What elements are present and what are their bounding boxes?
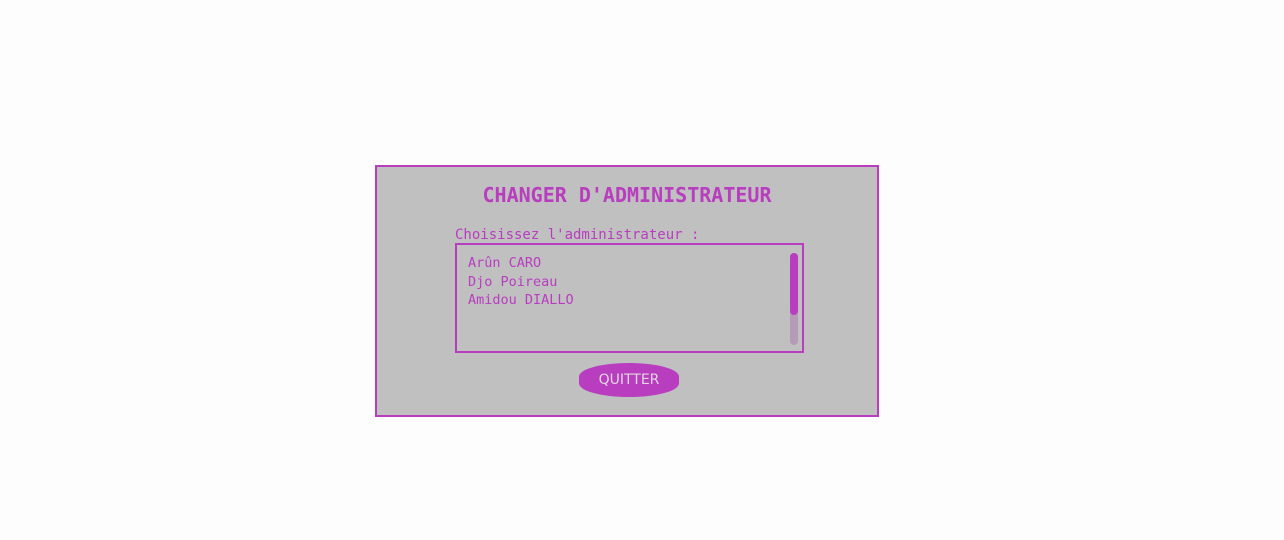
choose-admin-label: Choisissez l'administrateur :	[455, 227, 700, 243]
admin-listbox[interactable]: Arûn CARO Djo Poireau Amidou DIALLO	[455, 243, 804, 353]
quit-button[interactable]: QUITTER	[579, 363, 679, 397]
admin-list: Arûn CARO Djo Poireau Amidou DIALLO	[457, 254, 574, 310]
list-item[interactable]: Djo Poireau	[457, 273, 574, 292]
dialog-title: CHANGER D'ADMINISTRATEUR	[482, 183, 772, 207]
scrollbar-thumb[interactable]	[790, 253, 798, 315]
change-admin-dialog: CHANGER D'ADMINISTRATEUR Choisissez l'ad…	[375, 165, 879, 417]
list-item[interactable]: Arûn CARO	[457, 254, 574, 273]
scrollbar[interactable]	[790, 253, 798, 345]
list-item[interactable]: Amidou DIALLO	[457, 291, 574, 310]
